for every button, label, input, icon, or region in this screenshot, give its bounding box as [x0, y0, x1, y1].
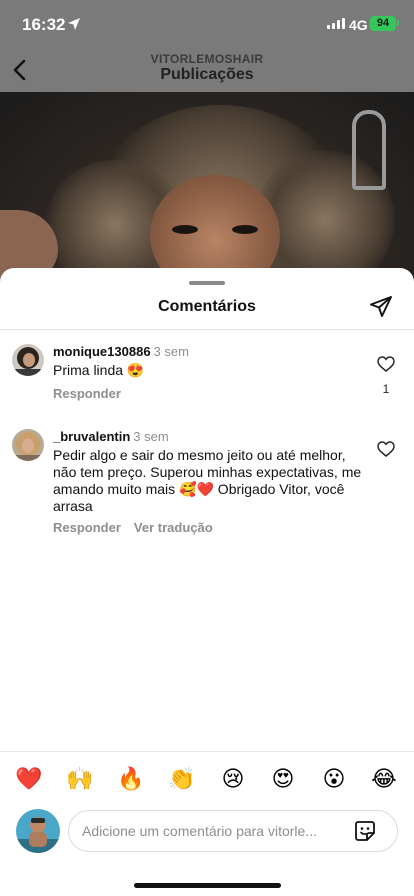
- sheet-grabber[interactable]: [189, 281, 225, 285]
- avatar: [16, 809, 60, 853]
- translate-button[interactable]: Ver tradução: [134, 520, 213, 535]
- share-send-icon[interactable]: [369, 295, 393, 319]
- sheet-divider: [0, 329, 414, 330]
- comment-input[interactable]: Adicione um comentário para vitorle...: [68, 810, 398, 852]
- comment-time: 3 sem: [153, 344, 189, 359]
- photo-mirror: [352, 110, 386, 190]
- like-count: 1: [382, 382, 390, 396]
- page-title: Publicações: [160, 66, 254, 83]
- sticker-icon[interactable]: [354, 820, 376, 842]
- comment-text: Pedir algo e sair do mesmo jeito ou até …: [53, 447, 362, 514]
- reaction-heart[interactable]: ❤️: [14, 765, 44, 795]
- status-bar: 16:32 4G 94: [0, 0, 414, 50]
- comment-username[interactable]: _bruvalentin: [53, 429, 130, 444]
- reaction-laughing[interactable]: 😂: [369, 765, 399, 795]
- comments-sheet: Comentários monique130886 3 sem Prima lin…: [0, 268, 414, 896]
- home-indicator: [134, 883, 281, 888]
- photo-eye-right: [232, 225, 258, 234]
- avatar[interactable]: [12, 429, 44, 461]
- comment-header: _bruvalentin 3 sem: [53, 429, 169, 444]
- photo-eye-left: [172, 225, 198, 234]
- quick-reactions-bar: ❤️ 🙌 🔥 👏 😢 😍 😮 😂: [0, 765, 414, 795]
- comment-item: monique130886 3 sem Prima linda 😍 Respond…: [0, 344, 414, 404]
- location-arrow-icon: [68, 18, 80, 30]
- comment-text: Prima linda 😍: [53, 362, 145, 378]
- comment-item: _bruvalentin 3 sem Pedir algo e sair do m…: [0, 429, 414, 539]
- comment-username[interactable]: monique130886: [53, 344, 151, 359]
- comment-actions: Responder Ver tradução: [53, 520, 213, 535]
- reactions-divider: [0, 751, 414, 752]
- battery-tip: [397, 20, 399, 26]
- avatar[interactable]: [12, 344, 44, 376]
- heart-icon[interactable]: [377, 441, 395, 457]
- comment-actions: Responder: [53, 386, 121, 401]
- post-header: VITORLEMOSHAIR Publicações: [0, 50, 414, 92]
- heart-icon[interactable]: [377, 356, 395, 372]
- reaction-crying[interactable]: 😢: [218, 765, 248, 795]
- comment-time: 3 sem: [133, 429, 169, 444]
- reaction-surprised[interactable]: 😮: [319, 765, 349, 795]
- sheet-title: Comentários: [158, 298, 256, 315]
- reaction-fire[interactable]: 🔥: [116, 765, 146, 795]
- reaction-heart-eyes[interactable]: 😍: [268, 765, 298, 795]
- reaction-clap[interactable]: 👏: [167, 765, 197, 795]
- comment-input-row: Adicione um comentário para vitorle...: [0, 806, 414, 858]
- reaction-raising-hands[interactable]: 🙌: [65, 765, 95, 795]
- reply-button[interactable]: Responder: [53, 386, 121, 401]
- comment-header: monique130886 3 sem: [53, 344, 189, 359]
- battery-icon: 94: [370, 16, 396, 31]
- network-type: 4G: [349, 17, 368, 33]
- status-time: 16:32: [22, 15, 66, 34]
- reply-button[interactable]: Responder: [53, 520, 121, 535]
- header-username: VITORLEMOSHAIR: [150, 52, 264, 66]
